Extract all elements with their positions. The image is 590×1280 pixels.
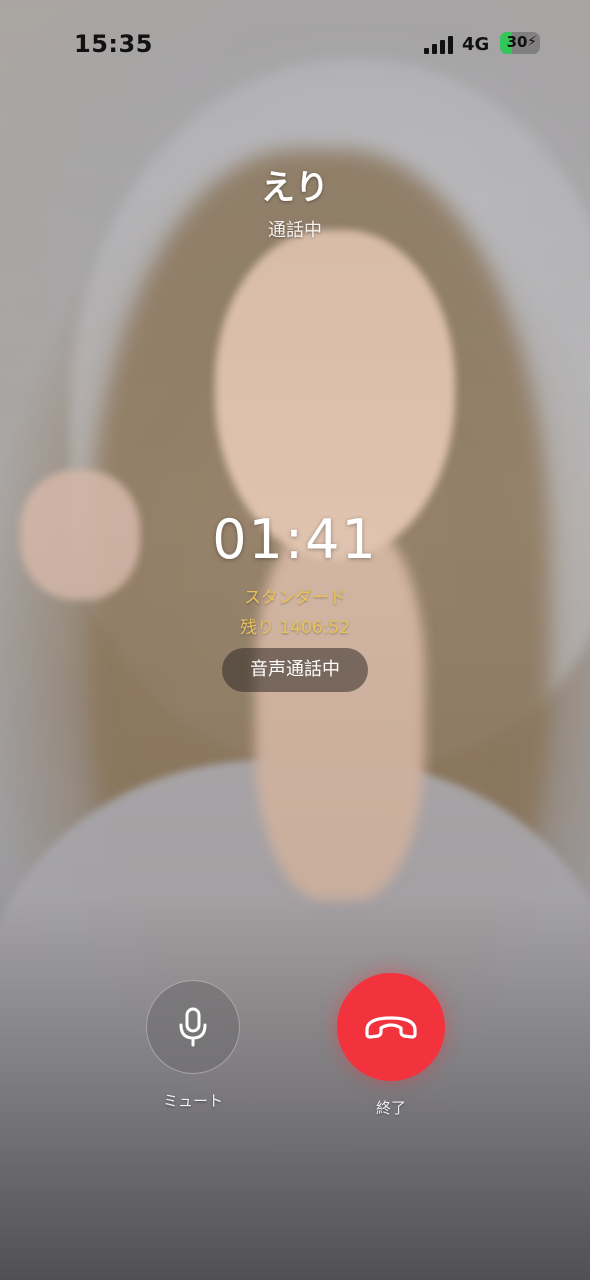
status-time: 15:35 bbox=[74, 30, 153, 58]
call-status: 通話中 bbox=[268, 220, 322, 241]
voice-call-badge: 音声通話中 bbox=[222, 648, 368, 692]
remaining-time: 残り 1406:52 bbox=[239, 618, 351, 638]
end-call-button[interactable] bbox=[337, 973, 445, 1081]
caller-name: えり bbox=[261, 168, 329, 208]
signal-bars-icon bbox=[424, 36, 454, 54]
microphone-icon bbox=[179, 1007, 207, 1047]
bolt-icon: ⚡ bbox=[527, 34, 537, 50]
network-type: 4G bbox=[462, 34, 490, 55]
status-bar: 15:35 4G 30 ⚡ bbox=[0, 0, 590, 90]
end-label: 終了 bbox=[375, 1099, 406, 1117]
mute-label: ミュート bbox=[162, 1092, 223, 1110]
mute-button[interactable] bbox=[146, 980, 240, 1074]
battery-icon: 30 ⚡ bbox=[500, 32, 540, 54]
plan-label: スタンダード bbox=[244, 588, 346, 608]
hang-up-icon bbox=[365, 1016, 417, 1039]
call-timer: 01:41 bbox=[212, 508, 378, 571]
